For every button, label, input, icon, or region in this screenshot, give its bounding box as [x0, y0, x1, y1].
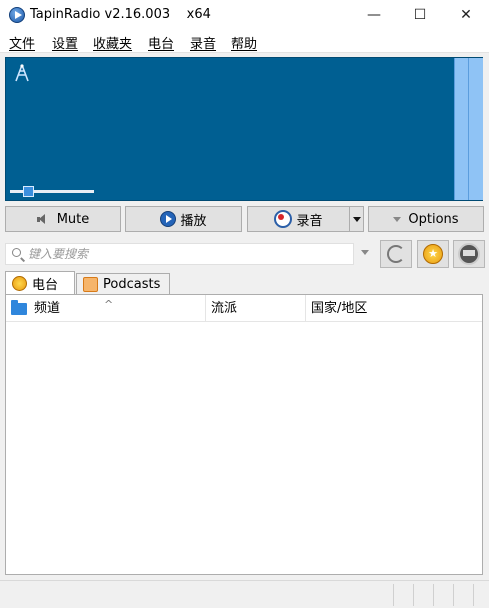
play-label: 播放: [180, 213, 207, 229]
record-dropdown-button[interactable]: [349, 206, 364, 232]
menu-help[interactable]: 帮助: [231, 33, 257, 52]
record-icon: [274, 210, 293, 228]
status-divider: [413, 584, 414, 606]
chevron-down-icon: [393, 216, 402, 222]
favorites-button[interactable]: ★: [417, 240, 449, 268]
status-divider: [453, 584, 454, 606]
column-header-country[interactable]: 国家/地区: [306, 295, 482, 322]
folder-icon: [11, 300, 27, 315]
minimize-button[interactable]: —: [351, 0, 397, 30]
mute-label: Mute: [56, 211, 90, 227]
tab-podcasts[interactable]: Podcasts: [76, 273, 170, 294]
volume-slider-thumb[interactable]: [22, 186, 34, 197]
sort-caret-icon: ^: [104, 298, 114, 311]
status-bar: [0, 580, 489, 608]
column-header-channel[interactable]: ^ 频道: [6, 295, 206, 322]
play-circle-icon: [160, 211, 177, 227]
search-input[interactable]: [28, 245, 348, 263]
radio-view-button[interactable]: [453, 240, 485, 268]
play-button[interactable]: 播放: [125, 206, 242, 232]
menu-settings[interactable]: 设置: [52, 33, 78, 52]
options-label: Options: [408, 211, 459, 227]
search-box[interactable]: [5, 243, 354, 265]
tab-podcasts-label: Podcasts: [103, 276, 161, 292]
menu-recording[interactable]: 录音: [190, 33, 216, 52]
column-header-genre[interactable]: 流派: [206, 295, 306, 322]
menu-favorites[interactable]: 收藏夹: [93, 33, 132, 52]
window-title: TapinRadio v2.16.003 x64: [30, 7, 211, 22]
back-button[interactable]: [380, 240, 412, 268]
back-arrow-icon: [387, 245, 405, 263]
vu-meter-right: [468, 58, 483, 200]
record-button[interactable]: 录音: [247, 206, 350, 232]
column-genre-label: 流派: [211, 301, 238, 316]
options-button[interactable]: Options: [368, 206, 484, 232]
maximize-button[interactable]: ☐: [397, 0, 443, 30]
visualization-panel: [5, 57, 483, 201]
search-dropdown-icon[interactable]: [361, 250, 369, 255]
menu-stations[interactable]: 电台: [148, 33, 174, 52]
title-bar: TapinRadio v2.16.003 x64 — ☐ ✕: [0, 0, 489, 30]
speaker-icon: [36, 213, 47, 225]
search-icon: [12, 248, 21, 257]
close-button[interactable]: ✕: [443, 0, 489, 30]
radio-icon: [458, 243, 480, 265]
status-divider: [433, 584, 434, 606]
column-country-label: 国家/地区: [311, 301, 368, 316]
menu-bar: 文件 设置 收藏夹 电台 录音 帮助: [0, 30, 489, 53]
status-divider: [473, 584, 474, 606]
star-icon: ★: [423, 244, 443, 264]
column-channel-label: 频道: [34, 301, 61, 316]
rss-icon: [83, 276, 98, 292]
station-list[interactable]: ^ 频道 流派 国家/地区: [5, 294, 483, 575]
vu-meter-left: [454, 58, 468, 200]
app-icon: [9, 7, 25, 23]
tab-stations-label: 电台: [32, 278, 59, 293]
tab-stations[interactable]: 电台: [5, 271, 75, 295]
status-divider: [393, 584, 394, 606]
record-label: 录音: [296, 213, 323, 229]
mute-button[interactable]: Mute: [5, 206, 121, 232]
list-header: ^ 频道 流派 国家/地区: [6, 295, 482, 322]
star-icon: [12, 276, 27, 291]
menu-file[interactable]: 文件: [9, 33, 35, 52]
tower-icon: [14, 64, 30, 82]
